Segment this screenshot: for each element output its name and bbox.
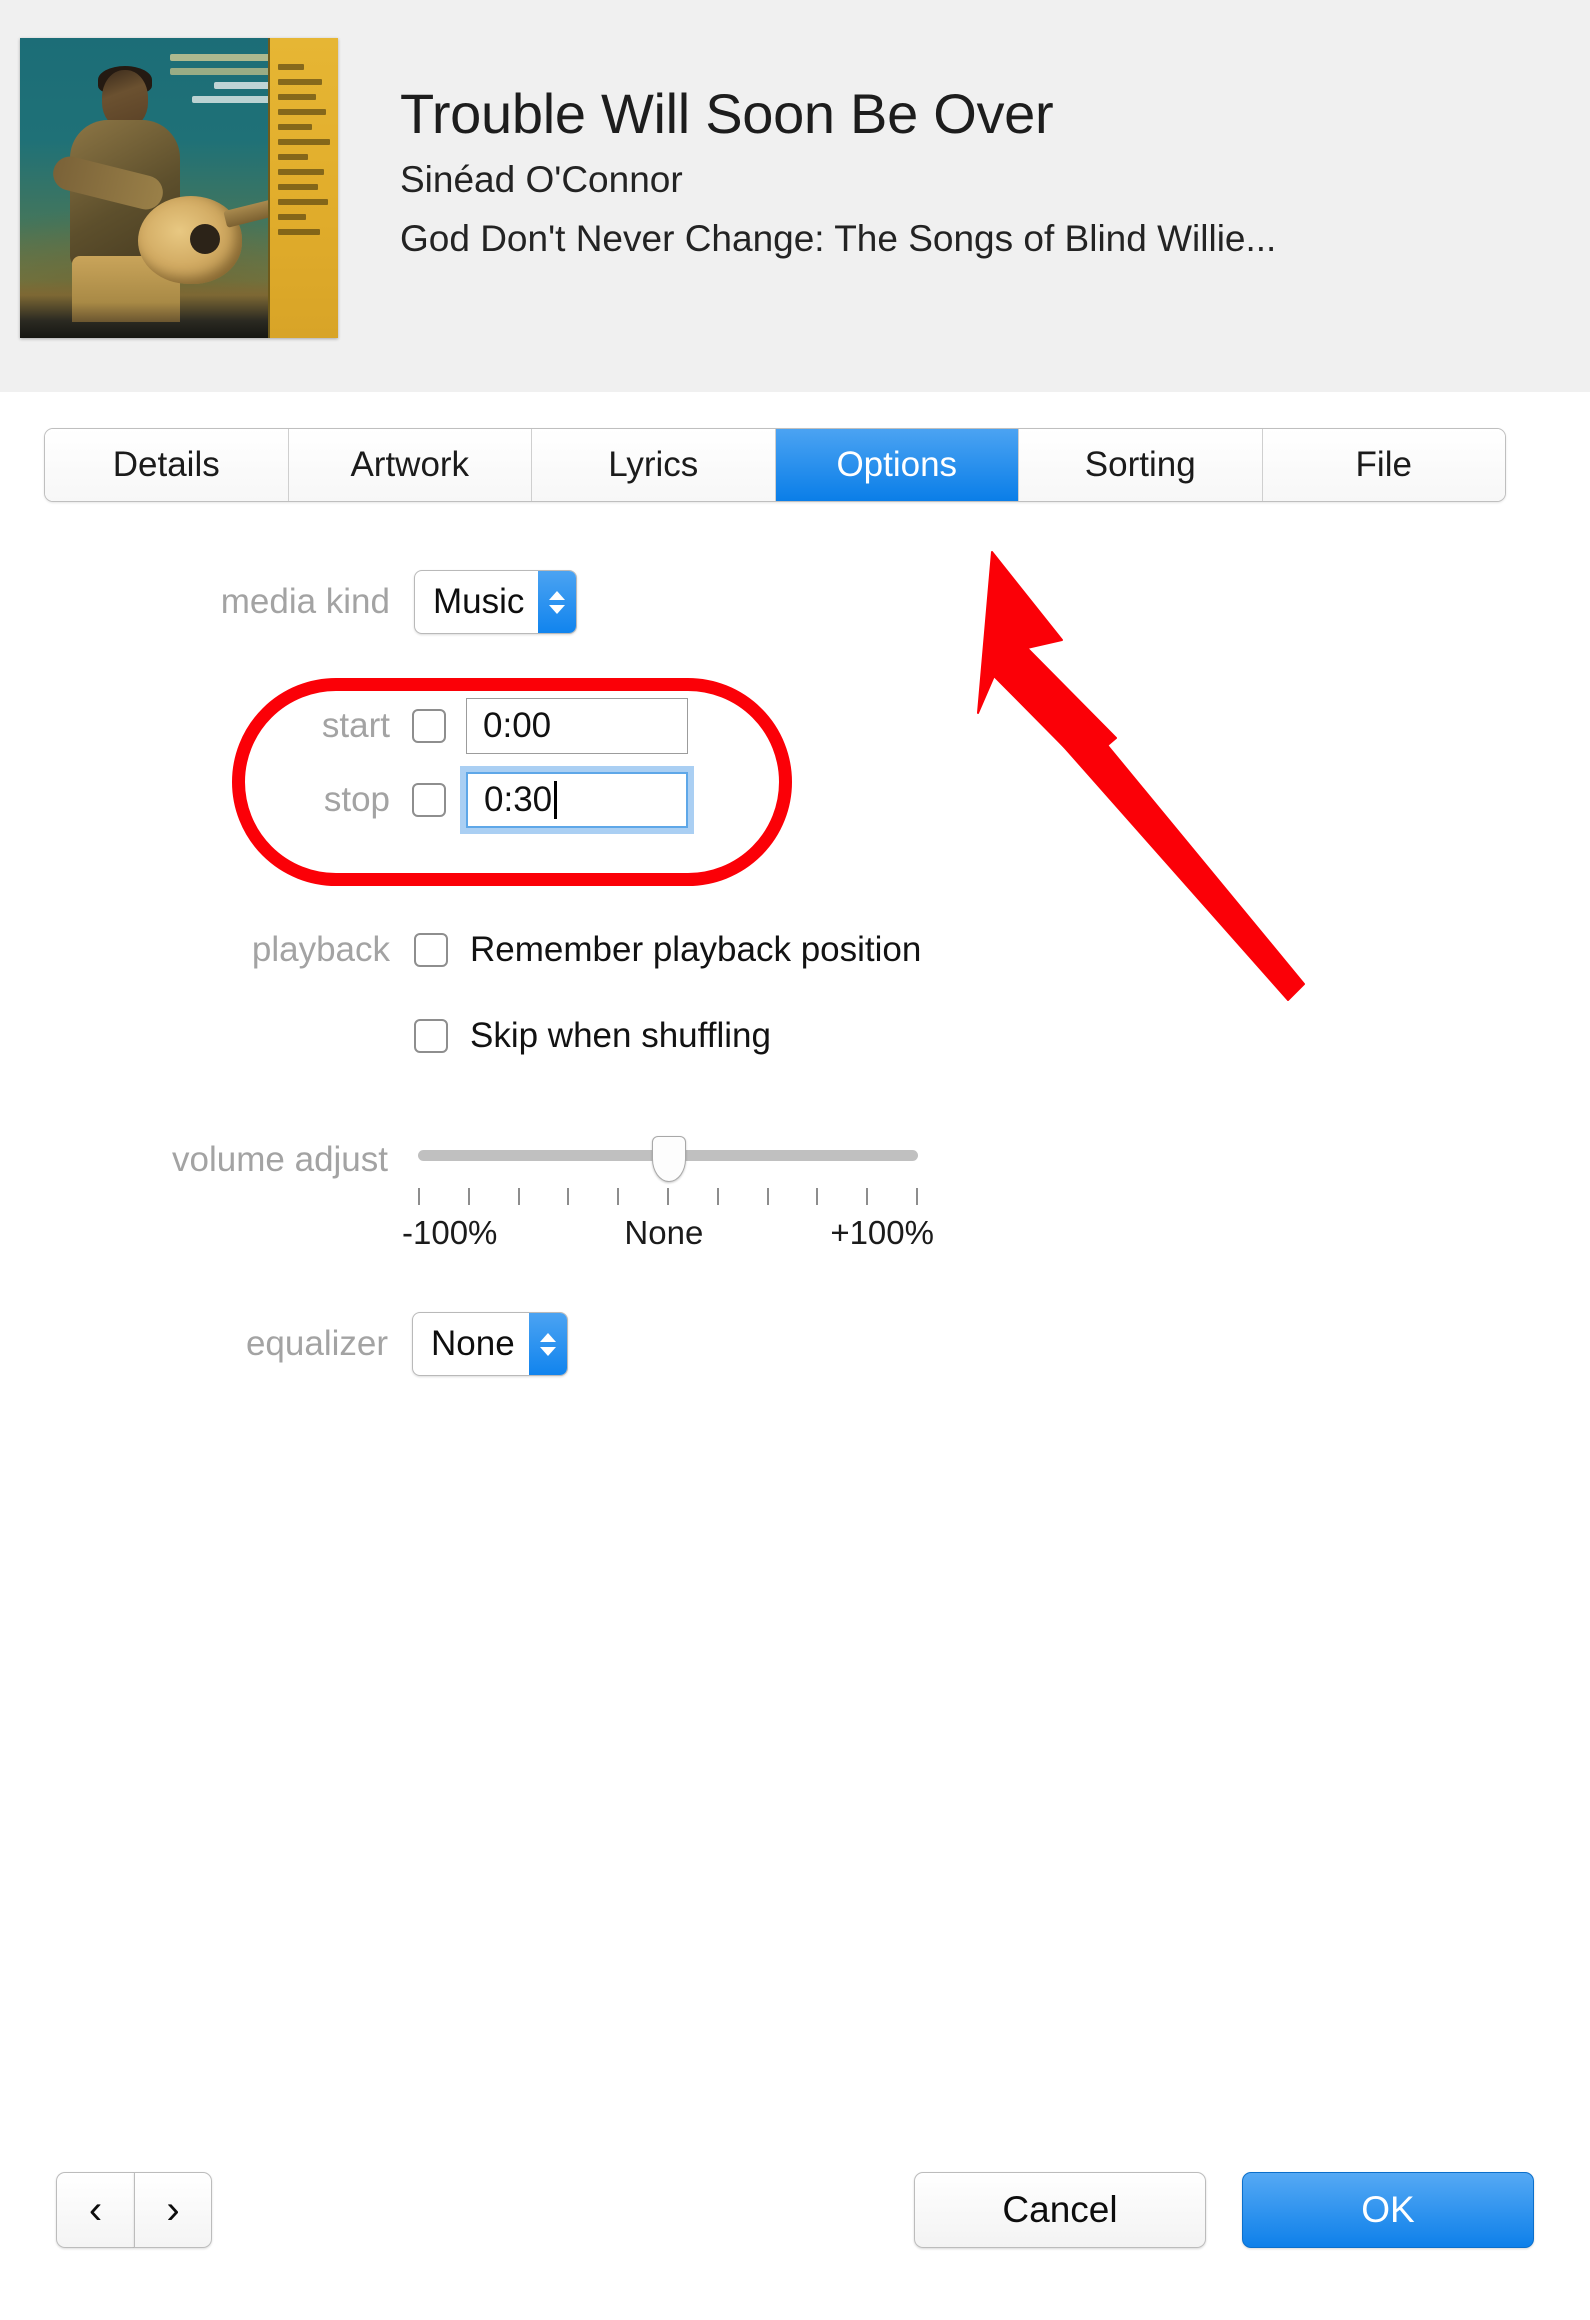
tab-details[interactable]: Details	[45, 429, 289, 501]
skip-shuffling-option[interactable]: Skip when shuffling	[414, 1016, 771, 1056]
text-cursor	[554, 781, 558, 819]
start-label: start	[321, 706, 390, 745]
track-artist: Sinéad O'Connor	[400, 159, 683, 201]
slider-center-label: None	[624, 1214, 704, 1251]
start-checkbox[interactable]	[412, 709, 446, 743]
track-metadata: Trouble Will Soon Be Over Sinéad O'Conno…	[400, 82, 1530, 261]
slider-min-label: -100%	[402, 1214, 498, 1251]
dialog-footer: ‹ › Cancel OK	[0, 2160, 1590, 2320]
track-title: Trouble Will Soon Be Over	[400, 82, 1054, 145]
previous-track-button[interactable]: ‹	[56, 2172, 134, 2248]
remember-position-option[interactable]: Remember playback position	[414, 930, 921, 970]
next-track-button[interactable]: ›	[134, 2172, 212, 2248]
tab-options[interactable]: Options	[775, 429, 1019, 501]
skip-shuffling-row: Skip when shuffling	[414, 1016, 771, 1056]
tab-bar[interactable]: Details Artwork Lyrics Options Sorting F…	[44, 428, 1506, 502]
equalizer-popup-button[interactable]: None	[412, 1312, 568, 1376]
start-time-input[interactable]: 0:00	[466, 698, 688, 754]
ok-button[interactable]: OK	[1242, 2172, 1534, 2248]
remember-position-label: Remember playback position	[470, 930, 922, 969]
stop-time-value: 0:30	[484, 780, 553, 819]
tab-artwork[interactable]: Artwork	[288, 429, 532, 501]
chevron-up-icon	[539, 1332, 556, 1342]
media-kind-value: Music	[433, 582, 525, 621]
slider-scale-labels: -100% None +100%	[402, 1214, 934, 1252]
media-kind-label: media kind	[220, 582, 390, 621]
track-album: God Don't Never Change: The Songs of Bli…	[400, 217, 1277, 259]
slider-max-label: +100%	[830, 1214, 934, 1251]
skip-shuffling-label: Skip when shuffling	[470, 1016, 771, 1055]
skip-shuffling-checkbox[interactable]	[414, 1019, 448, 1053]
chevron-down-icon	[549, 604, 566, 614]
tab-sorting[interactable]: Sorting	[1019, 429, 1263, 501]
playback-row: playback Remember playback position	[190, 930, 921, 970]
slider-thumb[interactable]	[652, 1136, 686, 1182]
record-navigation[interactable]: ‹ ›	[56, 2172, 212, 2248]
media-kind-popup-button[interactable]: Music	[414, 570, 578, 634]
start-row: start 0:00	[260, 698, 688, 754]
stop-label: stop	[323, 780, 390, 819]
volume-adjust-label: volume adjust	[172, 1140, 388, 1179]
artwork-guitar-soundhole	[190, 224, 220, 254]
album-artwork	[20, 38, 338, 338]
slider-ticks	[418, 1188, 918, 1205]
stop-time-input[interactable]: 0:30	[460, 766, 694, 834]
dialog-header: Trouble Will Soon Be Over Sinéad O'Conno…	[0, 0, 1590, 392]
stepper-arrows-icon[interactable]	[538, 571, 577, 633]
tab-file[interactable]: File	[1262, 429, 1505, 501]
playback-label: playback	[251, 930, 390, 969]
start-time-value: 0:00	[483, 706, 552, 745]
stepper-arrows-icon[interactable]	[528, 1313, 567, 1375]
equalizer-label: equalizer	[245, 1324, 388, 1363]
stop-row: stop 0:30	[260, 766, 694, 834]
chevron-down-icon	[539, 1346, 556, 1356]
equalizer-row: equalizer None	[128, 1312, 568, 1376]
remember-position-checkbox[interactable]	[414, 933, 448, 967]
equalizer-value: None	[431, 1324, 515, 1363]
cancel-button[interactable]: Cancel	[914, 2172, 1206, 2248]
media-kind-row: media kind Music	[100, 570, 660, 634]
chevron-up-icon	[549, 590, 566, 600]
artwork-tracklist-strip	[268, 38, 338, 338]
volume-adjust-row: volume adjust -100% None +100%	[88, 1132, 934, 1251]
dialog-actions: Cancel OK	[914, 2172, 1534, 2248]
tab-lyrics[interactable]: Lyrics	[532, 429, 776, 501]
stop-checkbox[interactable]	[412, 783, 446, 817]
red-arrow-icon	[977, 551, 1305, 1001]
